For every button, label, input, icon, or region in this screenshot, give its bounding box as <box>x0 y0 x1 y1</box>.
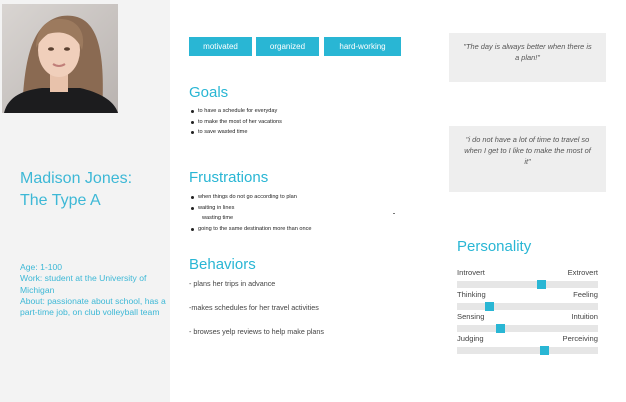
persona-page: Madison Jones: The Type A Age: 1-100 Wor… <box>0 0 626 402</box>
trait-right-label: Intuition <box>571 312 598 321</box>
frustrations-item: waiting in lines <box>189 203 312 214</box>
persona-age: Age: 1-100 <box>20 262 63 272</box>
trait-slider-track <box>457 280 598 289</box>
persona-name-line-1: Madison Jones: <box>20 170 133 187</box>
frustrations-item: wasting time <box>202 215 234 221</box>
behaviors-item: - plans her trips in advance <box>189 279 276 288</box>
trait-left-label: Introvert <box>457 268 485 277</box>
tag-organized: organized <box>256 37 319 56</box>
trait-thinking-feeling: Thinking Feeling <box>457 290 598 311</box>
trait-slider-marker <box>485 302 494 311</box>
trait-labels: Thinking Feeling <box>457 290 598 300</box>
persona-info: Age: 1-100 Work: student at the Universi… <box>20 262 170 318</box>
trait-judging-perceiving: Judging Perceiving <box>457 334 598 355</box>
trait-labels: Sensing Intuition <box>457 312 598 322</box>
persona-name-line-2: The Type A <box>20 192 101 209</box>
trait-slider-track <box>457 302 598 311</box>
tag-hard-working: hard-working <box>324 37 401 56</box>
persona-name: Madison Jones: The Type A <box>20 168 168 212</box>
trait-slider-marker <box>537 280 546 289</box>
trait-right-label: Extrovert <box>567 268 598 277</box>
profile-panel: Madison Jones: The Type A Age: 1-100 Wor… <box>0 0 170 402</box>
goals-list: to have a schedule for everyday to make … <box>189 106 282 138</box>
quote-card-2: "i do not have a lot of time to travel s… <box>449 126 606 192</box>
behaviors-item: -makes schedules for her travel activiti… <box>189 303 319 312</box>
trait-sensing-intuition: Sensing Intuition <box>457 312 598 333</box>
quote-text: "i do not have a lot of time to travel s… <box>464 135 591 166</box>
frustrations-item: going to the same destination more than … <box>189 224 312 235</box>
trait-right-label: Perceiving <box>562 334 598 343</box>
trait-left-label: Thinking <box>457 290 486 299</box>
quote-card-1: "The day is always better when there is … <box>449 33 606 82</box>
trait-slider-track <box>457 324 598 333</box>
trait-introvert-extrovert: Introvert Extrovert <box>457 268 598 289</box>
profile-photo-illustration <box>2 4 118 113</box>
profile-photo <box>2 4 118 113</box>
trait-slider-marker <box>496 324 505 333</box>
personality-title: Personality <box>457 238 532 255</box>
goals-title: Goals <box>189 84 229 101</box>
behaviors-item: - browses yelp reviews to help make plan… <box>189 327 325 336</box>
trait-labels: Introvert Extrovert <box>457 268 598 278</box>
persona-about: About: passionate about school, has a pa… <box>20 295 166 318</box>
trait-slider-marker <box>540 346 549 355</box>
frustrations-item: when things do not go according to plan <box>189 192 312 203</box>
frustrations-list: when things do not go according to plan … <box>189 192 312 234</box>
frustrations-title: Frustrations <box>189 169 269 186</box>
quote-text: "The day is always better when there is … <box>463 42 592 62</box>
trait-slider-track <box>457 346 598 355</box>
trait-left-label: Judging <box>457 334 484 343</box>
goals-item: to make the most of her vacations <box>189 117 282 128</box>
trait-right-label: Feeling <box>573 290 598 299</box>
behaviors-title: Behaviors <box>189 256 256 273</box>
goals-item: to save wasted time <box>189 127 282 138</box>
trait-labels: Judging Perceiving <box>457 334 598 344</box>
persona-work: Work: student at the University of Michi… <box>20 273 147 295</box>
goals-item: to have a schedule for everyday <box>189 106 282 117</box>
trait-left-label: Sensing <box>457 312 485 321</box>
stray-mark <box>393 213 395 214</box>
tag-motivated: motivated <box>189 37 252 56</box>
